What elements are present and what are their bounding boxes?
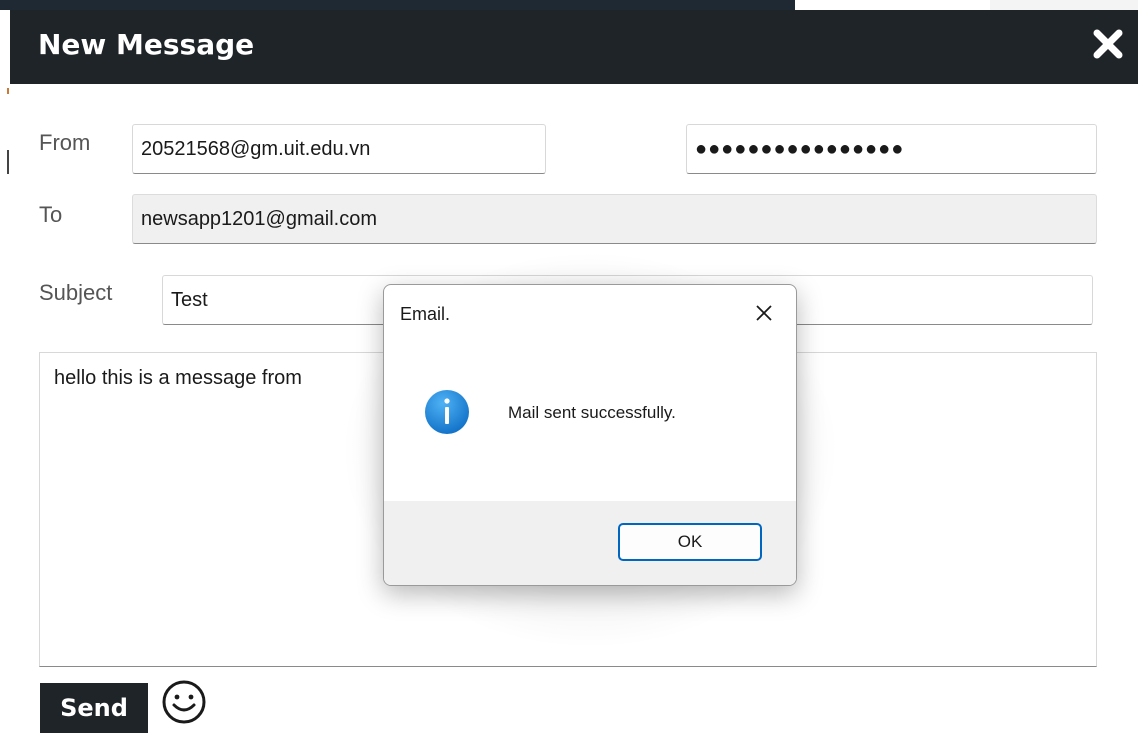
edge-mark xyxy=(7,150,9,174)
desktop: New Message From 20521568@gm.uit.edu.vn … xyxy=(0,0,1138,733)
background-window-strip xyxy=(0,0,795,10)
to-label: To xyxy=(39,202,63,227)
dialog-content: Mail sent successfully. xyxy=(384,345,796,501)
smiley-icon[interactable] xyxy=(160,678,208,726)
send-button[interactable]: Send xyxy=(40,683,148,733)
ok-button[interactable]: OK xyxy=(618,523,762,561)
from-value: 20521568@gm.uit.edu.vn xyxy=(141,137,371,160)
password-field[interactable]: ●●●●●●●●●●●●●●●● xyxy=(686,124,1097,174)
password-value: ●●●●●●●●●●●●●●●● xyxy=(695,137,905,160)
from-label: From xyxy=(39,130,91,155)
background-window-strip-far-right xyxy=(990,0,1138,10)
close-icon[interactable] xyxy=(1088,24,1128,64)
to-value: newsapp1201@gmail.com xyxy=(141,207,377,230)
email-dialog: Email. Mail sent successfully. OK xyxy=(383,284,797,586)
subject-value: Test xyxy=(171,288,208,311)
dialog-message: Mail sent successfully. xyxy=(508,403,676,422)
window-title: New Message xyxy=(38,28,255,61)
title-bar: New Message xyxy=(10,10,1138,84)
dialog-title: Email. xyxy=(400,304,451,324)
info-icon xyxy=(424,389,470,435)
to-field[interactable]: newsapp1201@gmail.com xyxy=(132,194,1097,244)
dialog-footer: OK xyxy=(384,501,796,585)
close-icon[interactable] xyxy=(750,299,778,327)
message-body-text: hello this is a message from xyxy=(54,367,302,389)
edge-mark xyxy=(7,88,9,94)
subject-label: Subject xyxy=(39,280,113,305)
from-field[interactable]: 20521568@gm.uit.edu.vn xyxy=(132,124,546,174)
